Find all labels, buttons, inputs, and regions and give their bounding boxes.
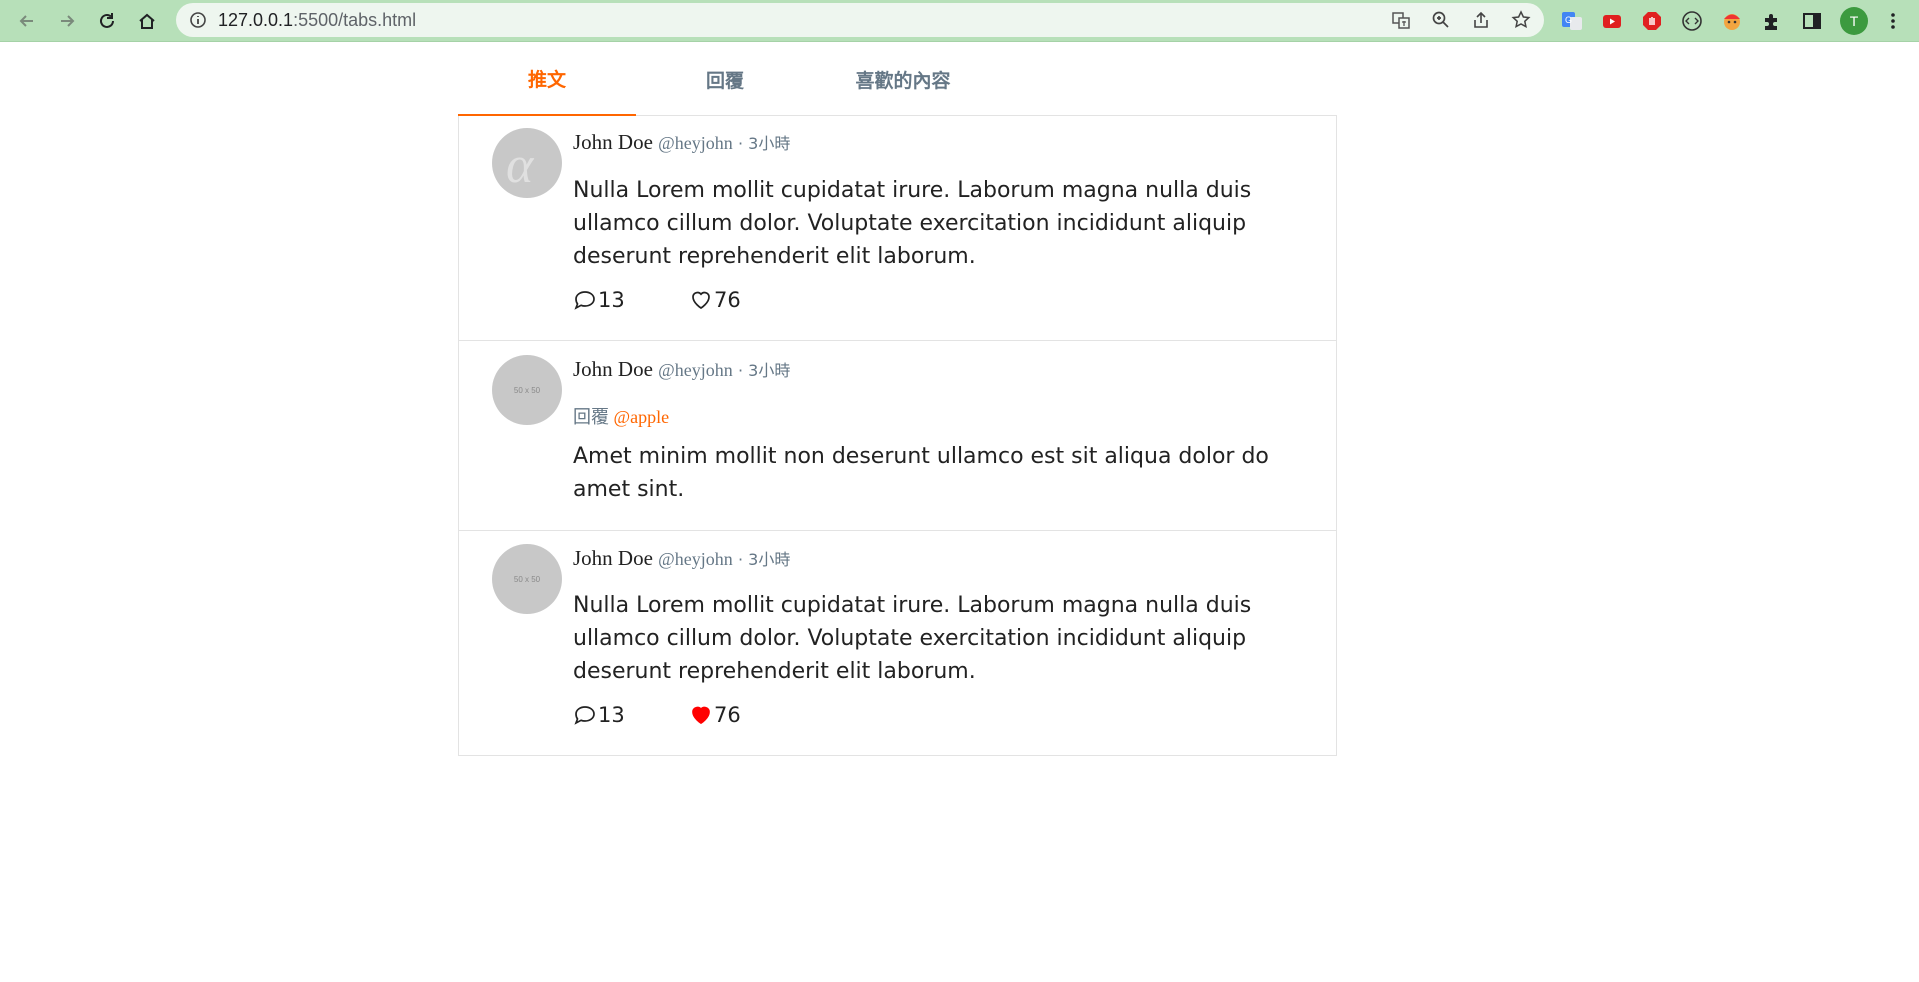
- heart-outline-icon: [692, 291, 710, 310]
- extensions-puzzle-icon[interactable]: [1761, 10, 1783, 32]
- browser-menu-icon[interactable]: [1882, 10, 1904, 32]
- url-text: 127.0.0.1:5500/tabs.html: [218, 3, 416, 37]
- address-bar[interactable]: 127.0.0.1:5500/tabs.html: [176, 3, 1544, 37]
- tweet-item[interactable]: α John Doe @heyjohn · 3小時 Nulla Lorem mo…: [459, 116, 1336, 341]
- like-button[interactable]: 76: [689, 286, 741, 314]
- avatar[interactable]: α: [492, 128, 562, 198]
- arrow-left-icon: [19, 15, 33, 27]
- adblock-extension-icon[interactable]: [1641, 10, 1663, 32]
- avatar-logo-icon: α: [506, 137, 535, 194]
- reply-mention-link[interactable]: @apple: [614, 407, 670, 427]
- comment-icon: [574, 291, 595, 310]
- tweet-text: Nulla Lorem mollit cupidatat irure. Labo…: [573, 178, 1252, 269]
- like-count: 76: [714, 703, 741, 727]
- translate-icon[interactable]: [1391, 10, 1411, 30]
- site-info-icon[interactable]: [188, 10, 208, 30]
- code-extension-icon[interactable]: [1681, 10, 1703, 32]
- tweet-header: John Doe @heyjohn · 3小時: [573, 130, 791, 154]
- reload-icon: [100, 13, 114, 28]
- mascot-extension-icon[interactable]: [1721, 10, 1743, 32]
- tweet-item[interactable]: 50 x 50 John Doe @heyjohn · 3小時 回覆 @appl…: [459, 341, 1336, 531]
- google-translate-extension-icon[interactable]: G: [1561, 10, 1583, 32]
- avatar-placeholder-text: 50 x 50: [513, 385, 541, 395]
- avatar[interactable]: 50 x 50: [492, 355, 562, 425]
- comment-button[interactable]: 13: [573, 701, 625, 729]
- profile-avatar[interactable]: T: [1840, 7, 1868, 35]
- heart-filled-icon: [692, 706, 710, 725]
- back-button[interactable]: [13, 7, 41, 35]
- tweet-header: John Doe @heyjohn · 3小時: [573, 357, 791, 381]
- tweet-item[interactable]: 50 x 50 John Doe @heyjohn · 3小時 Nulla Lo…: [459, 531, 1336, 756]
- avatar-placeholder-text: 50 x 50: [513, 574, 541, 584]
- user-name[interactable]: John Doe: [573, 357, 653, 381]
- reply-to-line: 回覆 @apple: [573, 403, 669, 429]
- tweet-feed: α John Doe @heyjohn · 3小時 Nulla Lorem mo…: [458, 116, 1337, 756]
- home-button[interactable]: [133, 7, 161, 35]
- user-name[interactable]: John Doe: [573, 546, 653, 570]
- comment-button[interactable]: 13: [573, 286, 625, 314]
- profile-tabs: 推文 回覆 喜歡的內容: [458, 42, 1337, 116]
- side-panel-icon[interactable]: [1801, 10, 1823, 32]
- tab-replies[interactable]: 回覆: [636, 42, 814, 116]
- url-path: :5500/tabs.html: [293, 10, 417, 30]
- bookmark-star-icon[interactable]: [1511, 10, 1531, 30]
- tweet-text: Amet minim mollit non deserunt ullamco e…: [573, 444, 1269, 502]
- browser-toolbar: 127.0.0.1:5500/tabs.html G T: [0, 0, 1919, 42]
- svg-text:G: G: [1565, 15, 1572, 25]
- url-host: 127.0.0.1: [218, 10, 294, 30]
- tweet-time: 3小時: [748, 134, 791, 153]
- youtube-extension-icon[interactable]: [1601, 10, 1623, 32]
- tab-likes[interactable]: 喜歡的內容: [814, 42, 992, 116]
- user-handle: @heyjohn: [658, 133, 733, 153]
- like-count: 76: [714, 288, 741, 312]
- tweet-time: 3小時: [748, 550, 791, 569]
- share-icon[interactable]: [1471, 10, 1491, 30]
- tweet-header: John Doe @heyjohn · 3小時: [573, 546, 791, 570]
- arrow-right-icon: [61, 15, 75, 27]
- user-name[interactable]: John Doe: [573, 130, 653, 154]
- user-handle: @heyjohn: [658, 360, 733, 380]
- tab-tweets[interactable]: 推文: [458, 42, 636, 116]
- home-icon: [139, 13, 155, 29]
- avatar[interactable]: 50 x 50: [492, 544, 562, 614]
- reload-button[interactable]: [93, 7, 121, 35]
- comment-count: 13: [598, 288, 625, 312]
- comment-count: 13: [598, 703, 625, 727]
- zoom-icon[interactable]: [1431, 10, 1451, 30]
- user-handle: @heyjohn: [658, 549, 733, 569]
- svg-text:α: α: [506, 137, 535, 194]
- like-button[interactable]: 76: [689, 701, 741, 729]
- reply-prefix: 回覆: [573, 407, 609, 427]
- forward-button[interactable]: [53, 7, 81, 35]
- tweet-time: 3小時: [748, 361, 791, 380]
- comment-icon: [574, 706, 595, 725]
- tweet-text: Nulla Lorem mollit cupidatat irure. Labo…: [573, 593, 1252, 684]
